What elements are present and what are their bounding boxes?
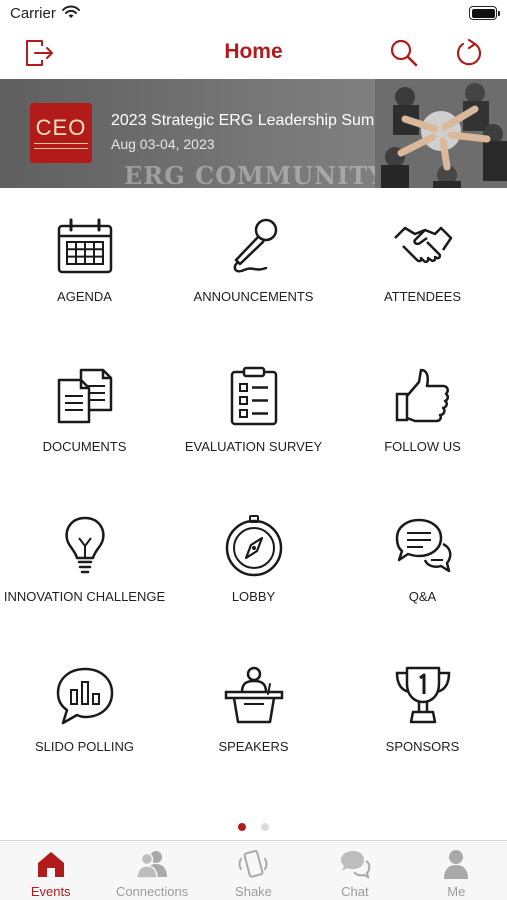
trophy-icon [395,666,450,724]
tab-label: Chat [341,884,369,899]
grid-item-documents[interactable]: DOCUMENTS [0,350,169,470]
refresh-icon [456,38,482,66]
tab-chat[interactable]: Chat [304,841,405,900]
grid-item-innovation-challenge[interactable]: INNOVATION CHALLENGE [0,500,169,620]
page-title: Home [224,40,283,63]
team-hands-photo [375,79,507,188]
logo-subtitle-rule [34,143,88,149]
home-icon [37,852,64,877]
tab-shake[interactable]: Shake [203,841,304,900]
tab-bar: Events Connections Shake Chat Me [0,840,507,900]
shake-phone-icon [238,850,268,878]
carrier-label: Carrier [10,5,56,22]
status-bar: Carrier [0,0,507,28]
grid-item-label: EVALUATION SURVEY [184,439,323,454]
microphone-icon [233,218,277,273]
tab-label: Shake [235,884,272,899]
chat-icon [340,851,371,879]
people-icon [136,851,168,879]
page-indicator[interactable] [0,818,507,831]
logo-text: CEO [35,115,87,140]
tab-label: Connections [115,884,189,899]
calendar-icon [57,218,112,274]
event-title: 2023 Strategic ERG Leadership Summit [111,112,396,129]
grid-item-label: AGENDA [57,289,112,304]
tab-me[interactable]: Me [406,841,507,900]
grid-item-slido-polling[interactable]: SLIDO POLLING [0,650,169,770]
page-dot-1[interactable] [238,823,247,831]
grid-item-label: ATTENDEES [383,289,462,304]
search-button[interactable] [387,36,421,70]
battery-icon [469,6,500,20]
grid-item-label: SPONSORS [385,739,460,754]
podium-speaker-icon [224,666,283,724]
compass-icon [225,515,282,577]
grid-item-lobby[interactable]: LOBBY [169,500,338,620]
grid-item-label: ANNOUNCEMENTS [193,289,314,304]
event-date: Aug 03-04, 2023 [111,136,215,152]
clipboard-checklist-icon [230,366,277,426]
grid-item-label: SLIDO POLLING [35,739,134,754]
grid-item-label: FOLLOW US [384,439,461,454]
tab-events[interactable]: Events [0,841,101,900]
grid-item-follow-us[interactable]: FOLLOW US [338,350,507,470]
event-banner[interactable]: CEO 2023 Strategic ERG Leadership Summit… [0,79,507,188]
grid-item-attendees[interactable]: ATTENDEES [338,200,507,320]
banner-watermark: ERG COMMUNITY [124,161,387,188]
thumbs-up-icon [395,368,449,423]
grid-item-agenda[interactable]: AGENDA [0,200,169,320]
refresh-button[interactable] [452,36,486,70]
documents-icon [57,368,112,424]
handshake-icon [393,226,452,264]
lightbulb-icon [64,516,105,574]
chat-bubbles-icon [395,518,451,573]
tab-label: Events [30,884,71,899]
nav-bar: Home [0,28,507,78]
grid-item-label: SPEAKERS [218,739,289,754]
grid-item-qa[interactable]: Q&A [338,500,507,620]
search-icon [390,39,418,67]
wifi-icon [62,5,80,24]
person-icon [444,850,469,879]
event-logo: CEO [30,103,92,163]
grid-item-announcements[interactable]: ANNOUNCEMENTS [169,200,338,320]
tab-label: Me [447,884,466,899]
grid-item-label: LOBBY [231,589,276,604]
grid-item-sponsors[interactable]: SPONSORS [338,650,507,770]
page-dot-2[interactable] [260,823,269,831]
grid-item-speakers[interactable]: SPEAKERS [169,650,338,770]
poll-bubble-icon [56,667,113,725]
grid-item-evaluation-survey[interactable]: EVALUATION SURVEY [169,350,338,470]
grid-item-label: INNOVATION CHALLENGE [3,589,166,604]
grid-item-label: DOCUMENTS [42,439,127,454]
grid-item-label: Q&A [408,589,437,604]
feature-grid: AGENDA ANNOUNCEMENTS ATTENDEES DOCUMENTS [0,200,507,810]
tab-connections[interactable]: Connections [101,841,202,900]
